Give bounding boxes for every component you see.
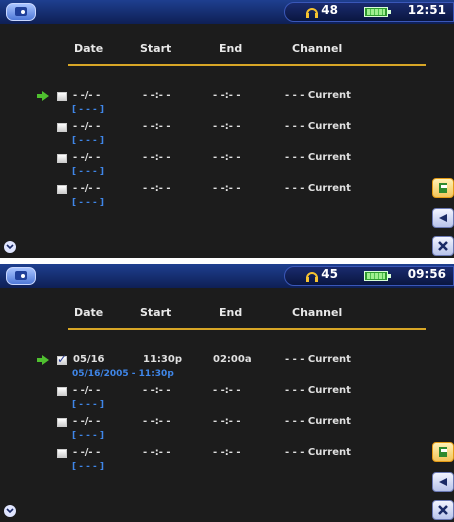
recording-schedule-screen-1: 48 12:51 Date Start End Channel - -/- - … (0, 0, 454, 258)
column-header-end: End (219, 42, 243, 55)
row-channel: - - - Current (285, 121, 351, 132)
row-end: - -:- - (213, 447, 241, 458)
row-checkbox[interactable] (57, 387, 67, 396)
row-start: - -:- - (143, 385, 171, 396)
row-start: - -:- - (143, 121, 171, 132)
row-date: - -/- - (73, 121, 101, 132)
row-date: - -/- - (73, 416, 101, 427)
row-start: - -:- - (143, 90, 171, 101)
row-checkbox[interactable] (57, 154, 67, 163)
column-header-date: Date (74, 306, 104, 319)
row-channel: - - - Current (285, 90, 351, 101)
row-date: - -/- - (73, 385, 101, 396)
schedule-row[interactable]: 05/16 11:30p 02:00a - - - Current 05/16/… (0, 352, 454, 386)
clock: 12:51 (407, 3, 446, 17)
back-arrow-icon (439, 214, 447, 222)
close-button[interactable] (432, 236, 454, 256)
schedule-row[interactable]: - -/- - - -:- - - -:- - - - - Current [ … (0, 383, 454, 417)
headphones-icon (306, 8, 318, 18)
close-button[interactable] (432, 500, 454, 520)
selector-arrow-icon (37, 355, 49, 365)
row-checkbox[interactable] (57, 352, 67, 366)
row-end: - -:- - (213, 90, 241, 101)
row-end: 02:00a (213, 354, 252, 365)
row-date: - -/- - (73, 152, 101, 163)
column-header-date: Date (74, 42, 104, 55)
row-detail: [ - - - ] (72, 198, 104, 208)
row-end: - -:- - (213, 152, 241, 163)
row-start: 11:30p (143, 354, 182, 365)
row-checkbox[interactable] (57, 123, 67, 132)
schedule-row[interactable]: - -/- - - -:- - - -:- - - - - Current [ … (0, 445, 454, 479)
close-icon (438, 505, 448, 515)
scroll-down-icon[interactable] (4, 241, 16, 253)
row-detail: 05/16/2005 - 11:30p (72, 369, 174, 379)
volume-level: 48 (321, 3, 338, 17)
exit-button[interactable] (432, 442, 454, 462)
schedule-row[interactable]: - -/- - - -:- - - -:- - - - - Current [ … (0, 414, 454, 448)
row-start: - -:- - (143, 152, 171, 163)
column-header-start: Start (140, 42, 172, 55)
schedule-row[interactable]: - -/- - - -:- - - -:- - - - - Current [ … (0, 181, 454, 215)
row-end: - -:- - (213, 121, 241, 132)
back-button[interactable] (432, 208, 454, 228)
back-arrow-icon (439, 478, 447, 486)
schedule-row[interactable]: - -/- - - -:- - - -:- - - - - Current [ … (0, 119, 454, 153)
row-checkbox[interactable] (57, 449, 67, 458)
status-bar: 45 09:56 (0, 264, 454, 288)
row-checkbox[interactable] (57, 185, 67, 194)
status-bar: 48 12:51 (0, 0, 454, 24)
tv-icon[interactable] (6, 267, 36, 285)
row-checkbox[interactable] (57, 418, 67, 427)
battery-icon (364, 271, 391, 281)
row-end: - -:- - (213, 183, 241, 194)
column-header-start: Start (140, 306, 172, 319)
row-date: 05/16 (73, 354, 105, 365)
row-detail: [ - - - ] (72, 105, 104, 115)
headphones-icon (306, 272, 318, 282)
row-start: - -:- - (143, 447, 171, 458)
back-button[interactable] (432, 472, 454, 492)
row-date: - -/- - (73, 183, 101, 194)
header-divider (68, 64, 426, 66)
exit-icon (439, 447, 447, 457)
row-detail: [ - - - ] (72, 167, 104, 177)
column-header-channel: Channel (292, 42, 343, 55)
row-channel: - - - Current (285, 152, 351, 163)
header-divider (68, 328, 426, 330)
row-detail: [ - - - ] (72, 400, 104, 410)
tv-icon[interactable] (6, 3, 36, 21)
scroll-down-icon[interactable] (4, 505, 16, 517)
battery-icon (364, 7, 391, 17)
selector-arrow-icon (37, 91, 49, 101)
row-end: - -:- - (213, 385, 241, 396)
row-channel: - - - Current (285, 416, 351, 427)
row-start: - -:- - (143, 416, 171, 427)
exit-icon (439, 183, 447, 193)
recording-schedule-screen-2: 45 09:56 Date Start End Channel 05/16 11… (0, 264, 454, 522)
schedule-row[interactable]: - -/- - - -:- - - -:- - - - - Current [ … (0, 150, 454, 184)
row-detail: [ - - - ] (72, 462, 104, 472)
row-detail: [ - - - ] (72, 431, 104, 441)
row-date: - -/- - (73, 447, 101, 458)
row-checkbox[interactable] (57, 92, 67, 101)
row-date: - -/- - (73, 90, 101, 101)
volume-level: 45 (321, 267, 338, 281)
row-channel: - - - Current (285, 183, 351, 194)
row-channel: - - - Current (285, 354, 351, 365)
close-icon (438, 241, 448, 251)
row-channel: - - - Current (285, 385, 351, 396)
row-detail: [ - - - ] (72, 136, 104, 146)
column-header-channel: Channel (292, 306, 343, 319)
row-channel: - - - Current (285, 447, 351, 458)
exit-button[interactable] (432, 178, 454, 198)
clock: 09:56 (407, 267, 446, 281)
row-start: - -:- - (143, 183, 171, 194)
schedule-row[interactable]: - -/- - - -:- - - -:- - - - - Current [ … (0, 88, 454, 122)
row-end: - -:- - (213, 416, 241, 427)
column-header-end: End (219, 306, 243, 319)
